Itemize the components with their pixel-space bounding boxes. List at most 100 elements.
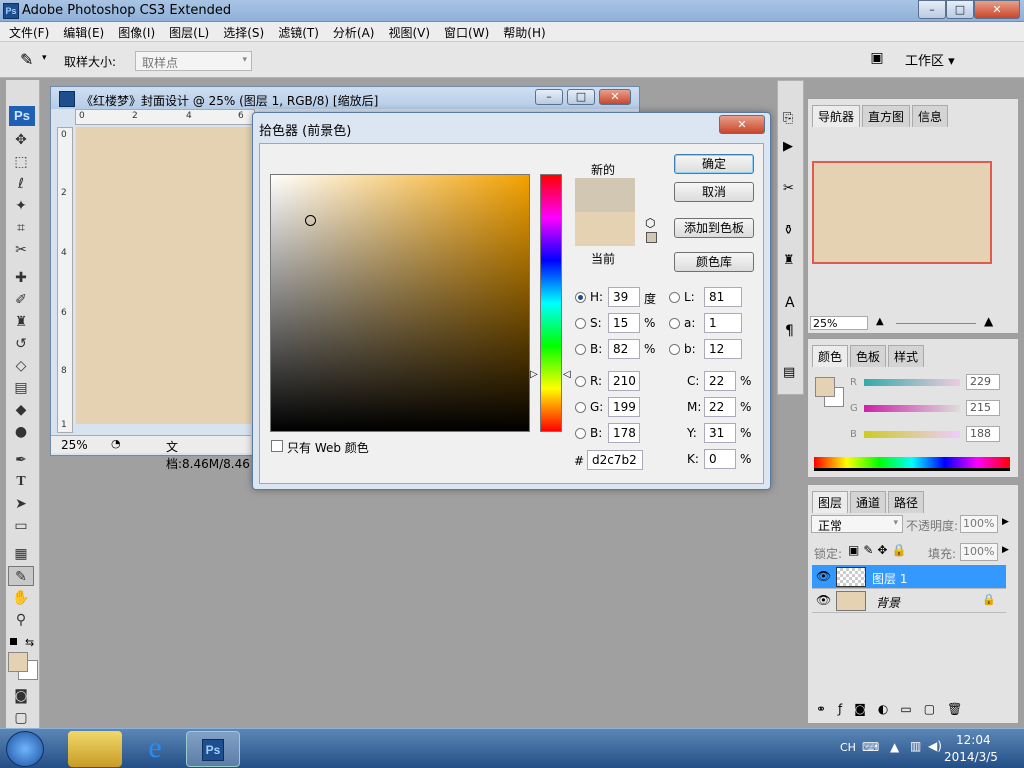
hue-slider-right-arrow-icon[interactable]: ◁ xyxy=(563,369,571,380)
m-input[interactable]: 22 xyxy=(704,397,736,417)
eyedropper-icon[interactable]: ✎ xyxy=(20,50,33,69)
web-safe-swatch[interactable] xyxy=(646,232,657,243)
tab-navigator[interactable]: 导航器 xyxy=(812,105,861,127)
brush-tool-icon[interactable]: ✐ xyxy=(8,290,34,310)
navigator-zoom-slider[interactable] xyxy=(896,323,976,324)
actions-panel-icon[interactable]: ▶ xyxy=(783,139,793,154)
tray-arrow-icon[interactable]: ▲ xyxy=(890,740,899,754)
layer-name[interactable]: 背景 xyxy=(876,594,900,611)
history-panel-icon[interactable]: ⎘ xyxy=(783,111,793,126)
slice-tool-icon[interactable]: ✂ xyxy=(8,240,34,260)
zoom-out-icon[interactable]: ▲ xyxy=(876,316,884,327)
tab-channels[interactable]: 通道 xyxy=(850,491,887,513)
tool-preset-dropdown-icon[interactable]: ▾ xyxy=(42,53,47,63)
volume-icon[interactable]: ◀) xyxy=(928,739,942,753)
move-tool-icon[interactable]: ✥ xyxy=(8,130,34,150)
bridge-icon[interactable]: ▣ xyxy=(866,50,888,70)
keyboard-icon[interactable]: ⌨ xyxy=(862,740,879,754)
dodge-tool-icon[interactable]: ● xyxy=(8,422,34,442)
gradient-tool-icon[interactable]: ▤ xyxy=(8,378,34,398)
pen-tool-icon[interactable]: ✒ xyxy=(8,450,34,470)
l-input[interactable]: 81 xyxy=(704,287,742,307)
photoshop-taskbar-button[interactable]: Ps xyxy=(186,731,240,767)
tab-histogram[interactable]: 直方图 xyxy=(862,105,911,127)
workspace-button[interactable]: 工作区 ▾ xyxy=(905,50,955,69)
zoom-in-icon[interactable]: ▲ xyxy=(984,314,993,328)
quick-mask-icon[interactable]: ◙ xyxy=(8,686,34,706)
g-radio[interactable] xyxy=(575,402,586,413)
saturation-brightness-field[interactable] xyxy=(270,174,530,432)
tab-styles[interactable]: 样式 xyxy=(888,345,925,367)
network-icon[interactable]: ▥ xyxy=(910,739,921,753)
r-channel-value[interactable]: 229 xyxy=(966,374,1000,390)
screen-mode-icon[interactable]: ▢ xyxy=(8,708,34,728)
lock-icons[interactable]: ▣✎✥🔒 xyxy=(848,543,910,557)
hex-input[interactable]: d2c7b2 xyxy=(587,450,643,470)
brightness-radio[interactable] xyxy=(575,344,586,355)
blue-input[interactable]: 178 xyxy=(608,423,640,443)
g-input[interactable]: 199 xyxy=(608,397,640,417)
tab-color[interactable]: 颜色 xyxy=(812,345,849,367)
type-tool-icon[interactable]: T xyxy=(8,472,34,492)
y-input[interactable]: 31 xyxy=(704,423,736,443)
lasso-tool-icon[interactable]: ℓ xyxy=(8,174,34,194)
blue-radio[interactable] xyxy=(575,428,586,439)
menu-edit[interactable]: 编辑(E) xyxy=(56,22,111,41)
character-panel-icon[interactable]: A xyxy=(785,295,795,311)
layer-name[interactable]: 图层 1 xyxy=(872,570,907,587)
panel-foreground-swatch[interactable] xyxy=(815,377,835,397)
color-libraries-button[interactable]: 颜色库 xyxy=(674,252,754,272)
menu-filter[interactable]: 滤镜(T) xyxy=(271,22,326,41)
navigator-zoom-field[interactable]: 25% xyxy=(810,316,868,330)
cancel-button[interactable]: 取消 xyxy=(674,182,754,202)
fill-arrow-icon[interactable]: ▶ xyxy=(1002,545,1009,555)
menu-file[interactable]: 文件(F) xyxy=(2,22,56,41)
paragraph-panel-icon[interactable]: ¶ xyxy=(785,323,794,339)
shape-tool-icon[interactable]: ▭ xyxy=(8,516,34,536)
layer-row-background[interactable]: 👁 背景 🔒 xyxy=(812,589,1006,613)
a-input[interactable]: 1 xyxy=(704,313,742,333)
hand-tool-icon[interactable]: ✋ xyxy=(8,588,34,608)
path-selection-icon[interactable]: ➤ xyxy=(8,494,34,514)
blur-tool-icon[interactable]: ◆ xyxy=(8,400,34,420)
opacity-input[interactable]: 100% xyxy=(960,515,998,533)
ie-taskbar-icon[interactable]: e xyxy=(128,731,182,767)
clock-time[interactable]: 12:04 xyxy=(956,733,991,747)
tool-presets-icon[interactable]: ✂ xyxy=(783,181,794,196)
menu-analysis[interactable]: 分析(A) xyxy=(326,22,382,41)
explorer-taskbar-icon[interactable] xyxy=(68,731,122,767)
h-input[interactable]: 39 xyxy=(608,287,640,307)
c-input[interactable]: 22 xyxy=(704,371,736,391)
tab-info[interactable]: 信息 xyxy=(912,105,949,127)
fill-input[interactable]: 100% xyxy=(960,543,998,561)
sample-size-select[interactable]: 取样点 ▾ xyxy=(135,51,252,71)
menu-select[interactable]: 选择(S) xyxy=(216,22,271,41)
tab-swatches[interactable]: 色板 xyxy=(850,345,887,367)
ime-indicator[interactable]: CH xyxy=(840,741,856,754)
brightness-input[interactable]: 82 xyxy=(608,339,640,359)
start-button[interactable] xyxy=(6,731,44,767)
layer-panel-footer-icons[interactable]: ⚭ƒ◙◐▭▢🗑 xyxy=(816,702,974,716)
hue-slider-left-arrow-icon[interactable]: ▷ xyxy=(530,369,538,380)
color-spectrum-bar[interactable] xyxy=(814,457,1010,471)
menu-window[interactable]: 窗口(W) xyxy=(437,22,496,41)
clock-date[interactable]: 2014/3/5 xyxy=(944,750,998,764)
ok-button[interactable]: 确定 xyxy=(674,154,754,174)
r-input[interactable]: 210 xyxy=(608,371,640,391)
minimize-button[interactable]: – xyxy=(918,0,946,19)
lab-b-input[interactable]: 12 xyxy=(704,339,742,359)
hue-slider[interactable] xyxy=(540,174,562,432)
tab-paths[interactable]: 路径 xyxy=(888,491,925,513)
default-colors-icon[interactable] xyxy=(10,638,17,645)
dialog-close-button[interactable]: ✕ xyxy=(719,115,765,134)
navigator-thumbnail[interactable] xyxy=(812,161,992,264)
k-input[interactable]: 0 xyxy=(704,449,736,469)
doc-minimize-button[interactable]: – xyxy=(535,89,563,105)
g-channel-value[interactable]: 215 xyxy=(966,400,1000,416)
stamp-tool-icon[interactable]: ♜ xyxy=(8,312,34,332)
doc-maximize-button[interactable]: □ xyxy=(567,89,595,105)
a-radio[interactable] xyxy=(669,318,680,329)
eye-icon[interactable]: 👁 xyxy=(816,593,831,607)
menu-image[interactable]: 图像(I) xyxy=(111,22,162,41)
zoom-level[interactable]: 25% xyxy=(61,438,88,452)
